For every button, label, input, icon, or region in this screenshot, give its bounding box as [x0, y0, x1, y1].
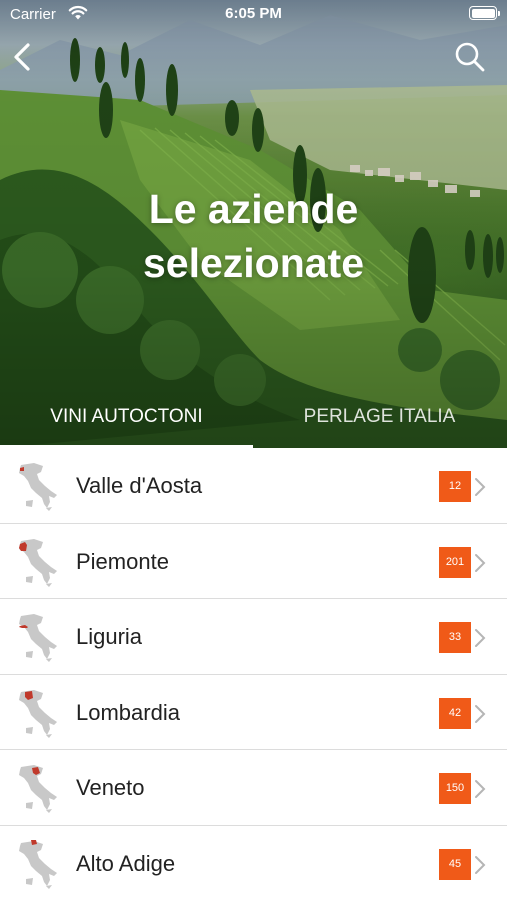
list-item-valle-d-aosta[interactable]: Valle d'Aosta 12: [0, 448, 507, 524]
count-badge: 12: [439, 471, 471, 502]
search-button[interactable]: [453, 40, 487, 74]
region-name: Liguria: [76, 624, 143, 649]
chevron-right-icon: [475, 553, 486, 572]
region-name: Piemonte: [76, 548, 169, 574]
italy-map-icon: [19, 614, 57, 662]
page-title-line-2: selezionate: [142, 240, 365, 286]
region-name: Valle d'Aosta: [76, 473, 203, 498]
region-list: Valle d'Aosta 12 Piemonte 201 Liguria 33…: [0, 448, 507, 900]
chevron-right-icon: [475, 780, 486, 798]
list-item-veneto[interactable]: Veneto 150: [0, 750, 507, 826]
italy-map-icon: [19, 463, 57, 511]
region-name: Veneto: [76, 775, 145, 800]
region-name: Lombardia: [76, 699, 180, 725]
list-item-piemonte[interactable]: Piemonte 201: [0, 523, 507, 599]
hero-banner: Carrier 6:05 PM Le aziende selezionate V…: [0, 0, 507, 448]
count-badge: 150: [439, 773, 471, 804]
page-title-line-1: Le aziende: [148, 186, 359, 232]
list-item-alto-adige[interactable]: Alto Adige 45: [0, 825, 507, 900]
italy-map-icon: [19, 765, 57, 813]
chevron-right-icon: [475, 629, 486, 647]
back-button[interactable]: [6, 38, 40, 76]
italy-map-icon: [19, 689, 57, 738]
count-badge: 33: [439, 622, 471, 653]
count-badge: 45: [439, 848, 471, 880]
tab-perlage-italia[interactable]: PERLAGE ITALIA: [253, 394, 506, 448]
page-title: Le aziende selezionate: [0, 182, 507, 290]
chevron-left-icon: [14, 43, 30, 71]
count-badge: 201: [439, 546, 471, 578]
chevron-right-icon: [475, 478, 486, 496]
status-bar: Carrier 6:05 PM: [0, 0, 507, 28]
search-icon: [455, 42, 485, 72]
tab-vini-autoctoni[interactable]: VINI AUTOCTONI: [0, 394, 253, 448]
chevron-right-icon: [475, 704, 486, 723]
clock: 6:05 PM: [225, 5, 282, 22]
battery-icon: [469, 6, 500, 20]
italy-map-icon: [19, 839, 57, 889]
list-item-liguria[interactable]: Liguria 33: [0, 599, 507, 675]
count-badge: 42: [439, 697, 471, 729]
list-item-lombardia[interactable]: Lombardia 42: [0, 674, 507, 750]
tab-bar: VINI AUTOCTONI PERLAGE ITALIA: [0, 394, 507, 448]
region-name: Alto Adige: [76, 850, 176, 876]
italy-map-icon: [19, 538, 57, 587]
chevron-right-icon: [475, 855, 486, 874]
